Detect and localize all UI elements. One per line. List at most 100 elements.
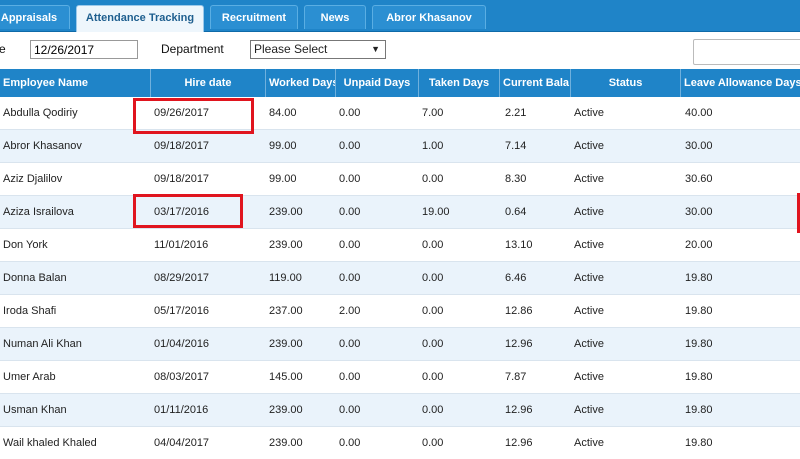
hire-date-cell: 09/18/2017 (154, 173, 210, 185)
status-cell: Active (574, 173, 604, 185)
hire-date-cell: 01/11/2016 (154, 404, 209, 416)
column-header-current-balance[interactable]: Current Bala (500, 69, 571, 97)
leave-allowance-cell: 40.00 (685, 107, 713, 119)
table-row[interactable]: Umer Arab 08/03/2017 145.00 0.00 0.00 7.… (0, 361, 800, 394)
unpaid-days-cell: 0.00 (339, 206, 361, 218)
current-balance-cell: 12.96 (505, 404, 533, 416)
current-balance-cell: 12.86 (505, 305, 533, 317)
hire-date-cell: 08/03/2017 (154, 371, 210, 383)
taken-days-cell: 0.00 (422, 371, 444, 383)
column-header-hire-date[interactable]: Hire date (151, 69, 266, 97)
table-row[interactable]: Iroda Shafi 05/17/2016 237.00 2.00 0.00 … (0, 295, 800, 328)
table-row[interactable]: Abdulla Qodiriy 09/26/2017 84.00 0.00 7.… (0, 97, 800, 130)
column-header-employee-name[interactable]: Employee Name (0, 69, 151, 97)
employee-name-cell: Aziza Israilova (3, 206, 74, 218)
unpaid-days-cell: 0.00 (339, 404, 361, 416)
tab-recruitment[interactable]: Recruitment (210, 5, 298, 29)
hire-date-cell: 09/18/2017 (154, 140, 210, 152)
leave-allowance-cell: 30.00 (685, 140, 713, 152)
column-header-worked-days[interactable]: Worked Days (266, 69, 336, 97)
status-cell: Active (574, 272, 604, 284)
taken-days-cell: 0.00 (422, 272, 444, 284)
employee-name-cell: Wail khaled Khaled (3, 437, 97, 449)
employee-name-cell: Don York (3, 239, 48, 251)
status-cell: Active (574, 206, 604, 218)
taken-days-cell: 0.00 (422, 338, 444, 350)
table-row[interactable]: Wail khaled Khaled 04/04/2017 239.00 0.0… (0, 427, 800, 459)
unpaid-days-cell: 0.00 (339, 173, 361, 185)
employee-name-cell: Umer Arab (3, 371, 56, 383)
tab-appraisals[interactable]: Appraisals (0, 5, 70, 29)
status-cell: Active (574, 371, 604, 383)
taken-days-cell: 7.00 (422, 107, 444, 119)
column-header-leave-allowance-days[interactable]: Leave Allowance Days (681, 69, 800, 97)
status-cell: Active (574, 404, 604, 416)
current-balance-cell: 7.87 (505, 371, 527, 383)
filter-bar: e Department Please Select ▼ (0, 32, 800, 68)
employee-name-cell: Abdulla Qodiriy (3, 107, 78, 119)
status-cell: Active (574, 239, 604, 251)
worked-days-cell: 239.00 (269, 437, 303, 449)
status-cell: Active (574, 338, 604, 350)
leave-allowance-cell: 30.00 (685, 206, 713, 218)
taken-days-cell: 1.00 (422, 140, 444, 152)
tab-news[interactable]: News (304, 5, 366, 29)
hire-date-cell: 03/17/2016 (154, 206, 210, 218)
hire-date-cell: 05/17/2016 (154, 305, 210, 317)
unpaid-days-cell: 0.00 (339, 338, 361, 350)
column-header-status[interactable]: Status (571, 69, 681, 97)
table-row[interactable]: Aziza Israilova 03/17/2016 239.00 0.00 1… (0, 196, 800, 229)
employee-name-cell: Donna Balan (3, 272, 67, 284)
department-label: Department (161, 42, 224, 56)
employee-name-cell: Numan Ali Khan (3, 338, 82, 350)
status-cell: Active (574, 140, 604, 152)
worked-days-cell: 239.00 (269, 404, 303, 416)
unpaid-days-cell: 0.00 (339, 272, 361, 284)
current-balance-cell: 2.21 (505, 107, 527, 119)
taken-days-cell: 0.00 (422, 239, 444, 251)
search-input[interactable] (693, 39, 800, 65)
tab-attendance-tracking[interactable]: Attendance Tracking (76, 5, 204, 33)
hire-date-cell: 11/01/2016 (154, 239, 209, 251)
table-row[interactable]: Don York 11/01/2016 239.00 0.00 0.00 13.… (0, 229, 800, 262)
taken-days-cell: 0.00 (422, 437, 444, 449)
table-row[interactable]: Abror Khasanov 09/18/2017 99.00 0.00 1.0… (0, 130, 800, 163)
current-balance-cell: 13.10 (505, 239, 533, 251)
status-cell: Active (574, 305, 604, 317)
taken-days-cell: 0.00 (422, 173, 444, 185)
table-row[interactable]: Usman Khan 01/11/2016 239.00 0.00 0.00 1… (0, 394, 800, 427)
employee-name-cell: Usman Khan (3, 404, 67, 416)
hire-date-cell: 08/29/2017 (154, 272, 210, 284)
date-field[interactable] (30, 40, 138, 59)
worked-days-cell: 119.00 (269, 272, 302, 284)
leave-allowance-cell: 19.80 (685, 437, 713, 449)
department-select-value: Please Select (254, 42, 328, 56)
worked-days-cell: 239.00 (269, 206, 303, 218)
hire-date-cell: 01/04/2016 (154, 338, 210, 350)
unpaid-days-cell: 2.00 (339, 305, 361, 317)
tab-user-profile[interactable]: Abror Khasanov (372, 5, 486, 29)
worked-days-cell: 239.00 (269, 239, 303, 251)
current-balance-cell: 6.46 (505, 272, 527, 284)
hire-date-cell: 04/04/2017 (154, 437, 210, 449)
worked-days-cell: 99.00 (269, 173, 297, 185)
worked-days-cell: 237.00 (269, 305, 303, 317)
taken-days-cell: 0.00 (422, 305, 444, 317)
employee-name-cell: Aziz Djalilov (3, 173, 63, 185)
worked-days-cell: 99.00 (269, 140, 297, 152)
current-balance-cell: 7.14 (505, 140, 527, 152)
department-select[interactable]: Please Select ▼ (250, 40, 386, 59)
current-balance-cell: 0.64 (505, 206, 527, 218)
table-header: Employee Name Hire date Worked Days Unpa… (0, 69, 800, 97)
leave-allowance-cell: 19.80 (685, 305, 713, 317)
unpaid-days-cell: 0.00 (339, 140, 361, 152)
employee-name-cell: Iroda Shafi (3, 305, 57, 317)
table-row[interactable]: Aziz Djalilov 09/18/2017 99.00 0.00 0.00… (0, 163, 800, 196)
column-header-taken-days[interactable]: Taken Days (419, 69, 500, 97)
column-header-unpaid-days[interactable]: Unpaid Days (336, 69, 419, 97)
date-label: e (0, 42, 6, 56)
table-row[interactable]: Numan Ali Khan 01/04/2016 239.00 0.00 0.… (0, 328, 800, 361)
worked-days-cell: 145.00 (269, 371, 303, 383)
table-row[interactable]: Donna Balan 08/29/2017 119.00 0.00 0.00 … (0, 262, 800, 295)
status-cell: Active (574, 107, 604, 119)
